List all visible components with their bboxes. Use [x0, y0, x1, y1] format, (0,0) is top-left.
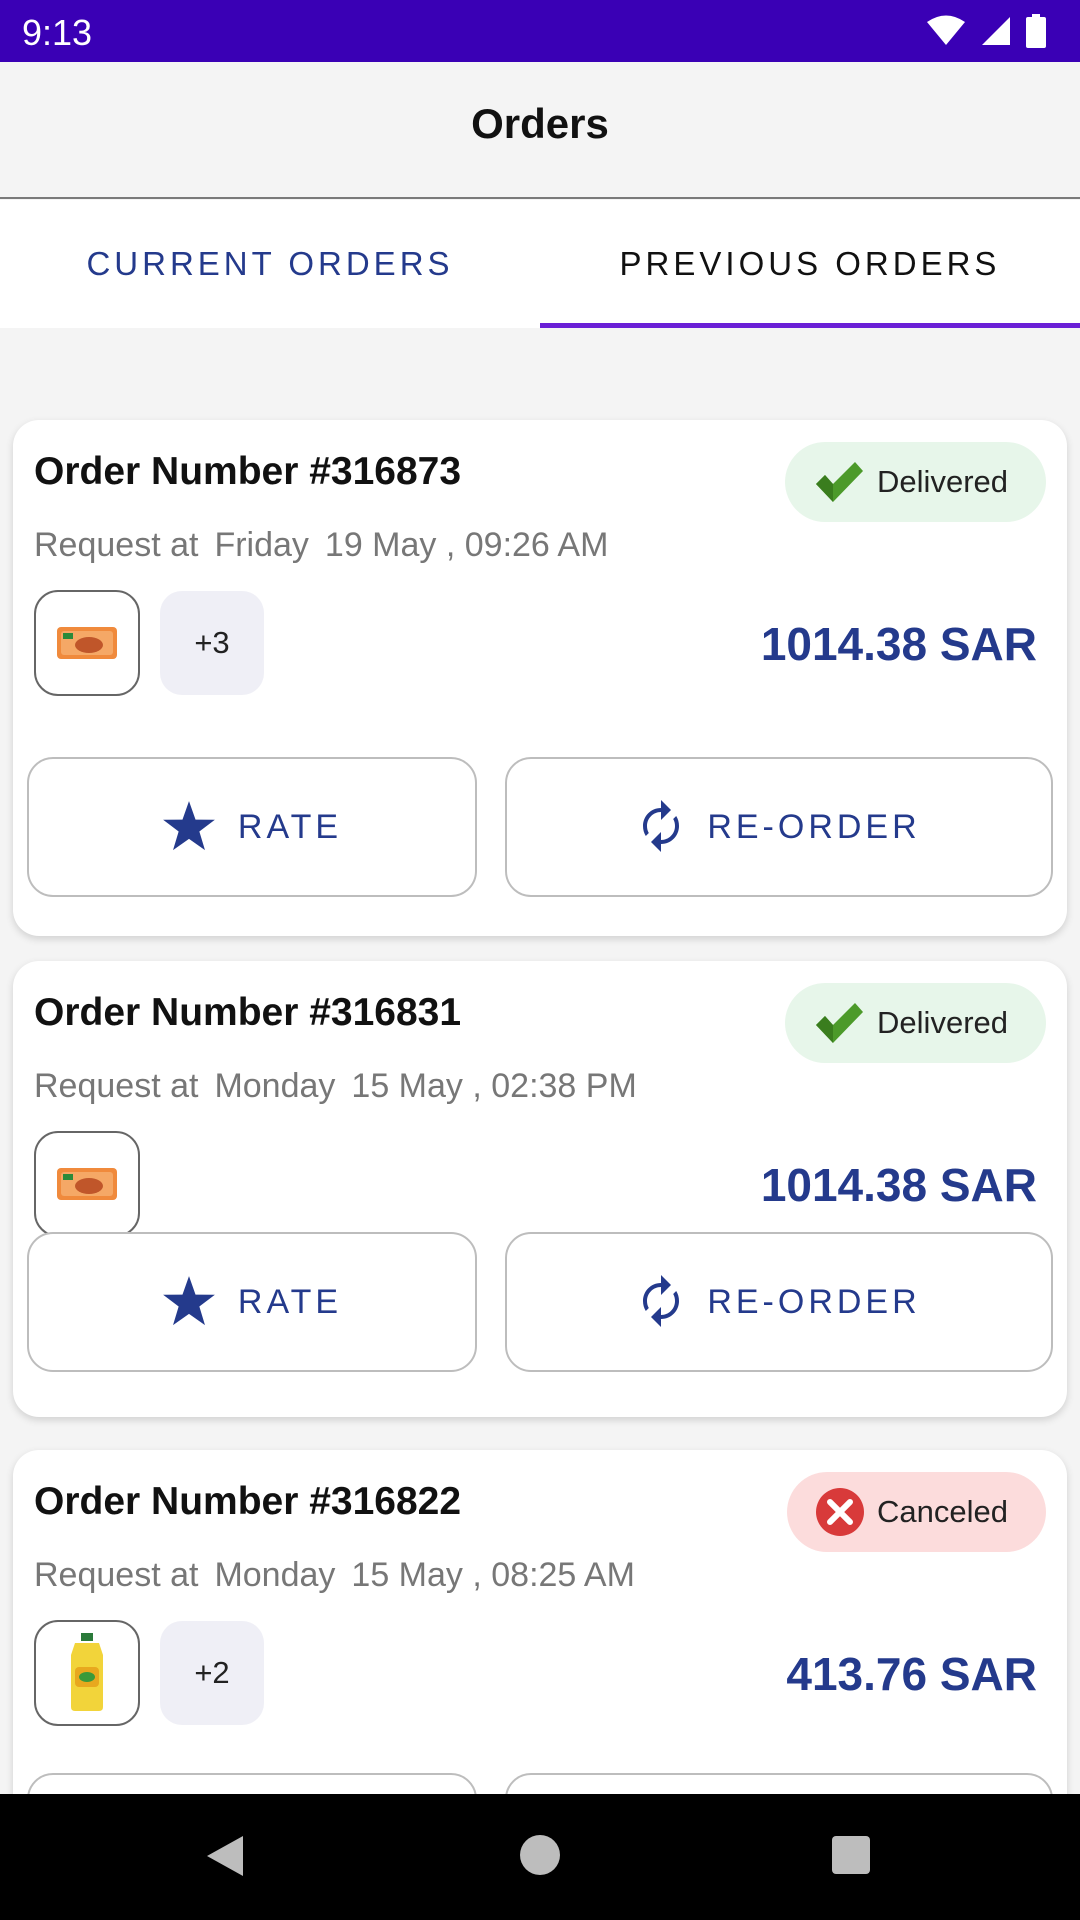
tab-bar: CURRENT ORDERS PREVIOUS ORDERS: [0, 200, 1080, 328]
status-badge: Delivered: [785, 442, 1046, 522]
signal-icon: [982, 17, 1010, 45]
status-badge: Delivered: [785, 983, 1046, 1063]
system-nav-bar: [0, 1794, 1080, 1920]
order-price: 1014.38 SAR: [760, 618, 1037, 670]
request-date: Request at Monday 15 May , 08:25 AM: [34, 1556, 651, 1595]
star-icon: [163, 801, 215, 851]
reorder-button[interactable]: RE-ORDER: [505, 757, 1053, 897]
tab-current-orders[interactable]: CURRENT ORDERS: [0, 200, 540, 328]
rate-label: RATE: [237, 1282, 343, 1321]
status-text: Canceled: [877, 1494, 1008, 1529]
more-items-count[interactable]: +2: [160, 1621, 264, 1725]
request-day: Monday: [214, 1067, 336, 1105]
request-prefix: Request at: [34, 1067, 199, 1105]
request-prefix: Request at: [34, 1556, 199, 1594]
reorder-button[interactable]: [505, 1773, 1053, 1794]
product-thumbnail[interactable]: [34, 590, 140, 696]
noodle-pack-image: [57, 627, 117, 659]
check-icon: [816, 1003, 864, 1043]
request-prefix: Request at: [34, 526, 199, 564]
product-thumbnail[interactable]: [34, 1131, 140, 1237]
rate-label: RATE: [237, 807, 343, 846]
more-items-count[interactable]: +3: [160, 591, 264, 695]
status-text: Delivered: [877, 464, 1008, 499]
order-number: Order Number #316873: [34, 450, 462, 493]
tab-previous-orders-label: PREVIOUS ORDERS: [619, 245, 1001, 282]
rate-button[interactable]: RATE: [27, 1232, 477, 1372]
request-date: Request at Friday 19 May , 09:26 AM: [34, 526, 624, 565]
battery-icon: [1026, 14, 1046, 48]
app-bar: Orders: [0, 62, 1080, 199]
reorder-label: RE-ORDER: [707, 1282, 921, 1321]
rate-button[interactable]: RATE: [27, 757, 477, 897]
orders-list[interactable]: Order Number #316873 Delivered Request a…: [0, 328, 1080, 1794]
home-icon[interactable]: [520, 1835, 560, 1875]
product-thumbnail[interactable]: [34, 1620, 140, 1726]
order-price: 1014.38 SAR: [760, 1159, 1037, 1211]
refresh-icon: [643, 800, 680, 852]
wifi-icon: [927, 15, 965, 45]
order-card[interactable]: Order Number #316822 Canceled Request at…: [13, 1450, 1067, 1794]
request-datetime: 19 May , 09:26 AM: [324, 526, 609, 564]
status-time: 9:13: [22, 12, 93, 53]
back-icon[interactable]: [205, 1834, 245, 1878]
order-card[interactable]: Order Number #316873 Delivered Request a…: [13, 420, 1067, 936]
status-icons: [926, 14, 1046, 48]
request-day: Friday: [214, 526, 309, 564]
order-number: Order Number #316831: [34, 991, 462, 1034]
request-datetime: 15 May , 02:38 PM: [351, 1067, 637, 1105]
request-datetime: 15 May , 08:25 AM: [351, 1556, 635, 1594]
page-title: Orders: [471, 100, 609, 147]
tab-previous-orders[interactable]: PREVIOUS ORDERS: [540, 200, 1080, 328]
oil-bottle-image: [71, 1633, 103, 1711]
cancel-icon: [816, 1488, 865, 1536]
rate-button[interactable]: [27, 1773, 477, 1794]
reorder-label: RE-ORDER: [707, 807, 921, 846]
order-card[interactable]: Order Number #316831 Delivered Request a…: [13, 961, 1067, 1417]
check-icon: [816, 462, 864, 502]
noodle-pack-image: [57, 1168, 117, 1200]
refresh-icon: [643, 1275, 680, 1327]
status-bar: 9:13: [0, 0, 1080, 62]
reorder-button[interactable]: RE-ORDER: [505, 1232, 1053, 1372]
status-text: Delivered: [877, 1005, 1008, 1040]
order-price: 413.76 SAR: [786, 1648, 1037, 1700]
recent-apps-icon[interactable]: [832, 1836, 870, 1874]
request-date: Request at Monday 15 May , 02:38 PM: [34, 1067, 653, 1106]
order-number: Order Number #316822: [34, 1480, 462, 1523]
star-icon: [163, 1276, 215, 1326]
request-day: Monday: [214, 1556, 336, 1594]
status-badge: Canceled: [787, 1472, 1046, 1552]
